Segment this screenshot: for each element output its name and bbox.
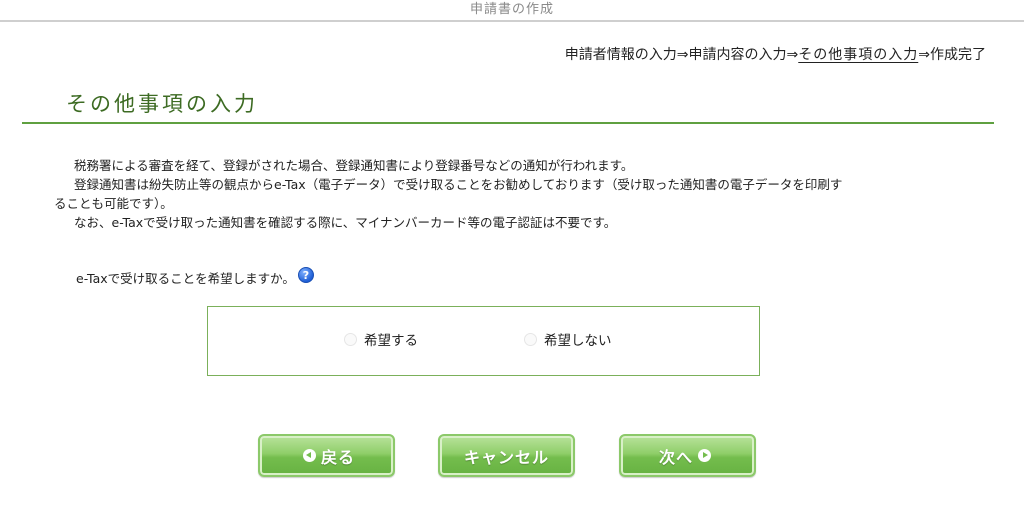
description-line-2: 登録通知書は紛失防止等の観点からe-Tax（電子データ）で受け取ることをお勧めし…: [74, 177, 843, 192]
page-header: 申請書の作成: [0, 0, 1024, 22]
chevron-left-icon: [302, 449, 316, 462]
etax-choice-box: 希望する 希望しない: [207, 306, 760, 376]
description-text: 税務署による審査を経て、登録がされた場合、登録通知書により登録番号などの通知が行…: [54, 156, 976, 232]
section-divider: [22, 122, 994, 124]
step-application-content: 申請内容の入力: [688, 47, 787, 63]
radio-button-yes[interactable]: [344, 332, 357, 346]
radio-button-no[interactable]: [524, 332, 537, 346]
next-button[interactable]: 次へ: [619, 434, 756, 477]
radio-label-yes[interactable]: 希望する: [364, 329, 418, 349]
step-arrow: ⇒: [918, 47, 930, 63]
description-line-1: 税務署による審査を経て、登録がされた場合、登録通知書により登録番号などの通知が行…: [74, 158, 634, 173]
etax-question: e-Taxで受け取ることを希望しますか。 ?: [76, 266, 314, 287]
step-arrow: ⇒: [786, 47, 799, 63]
step-arrow: ⇒: [676, 47, 689, 63]
page-header-title: 申請書の作成: [469, 2, 554, 17]
help-icon[interactable]: ?: [297, 266, 314, 283]
description-line-3: なお、e-Taxで受け取った通知書を確認する際に、マイナンバーカード等の電子認証…: [74, 215, 617, 230]
step-complete: 作成完了: [930, 47, 986, 63]
progress-steps: 申請者情報の入力⇒申請内容の入力⇒その他事項の入力⇒作成完了: [565, 44, 986, 64]
next-button-label: 次へ: [658, 447, 693, 467]
back-button-label: 戻る: [320, 447, 355, 467]
step-other-items-current: その他事項の入力: [798, 47, 919, 63]
description-line-2-cont: ることも可能です）。: [54, 196, 173, 211]
radio-label-no[interactable]: 希望しない: [544, 329, 612, 349]
etax-question-label: e-Taxで受け取ることを希望しますか。: [76, 271, 295, 286]
cancel-button[interactable]: キャンセル: [438, 434, 575, 477]
step-applicant-info: 申請者情報の入力: [564, 47, 677, 63]
radio-option-no[interactable]: 希望しない: [524, 329, 612, 349]
chevron-right-icon: [698, 449, 711, 462]
section-title: その他事項の入力: [66, 92, 258, 116]
back-button[interactable]: 戻る: [258, 434, 395, 477]
cancel-button-label: キャンセル: [463, 447, 549, 467]
radio-option-yes[interactable]: 希望する: [344, 329, 418, 349]
